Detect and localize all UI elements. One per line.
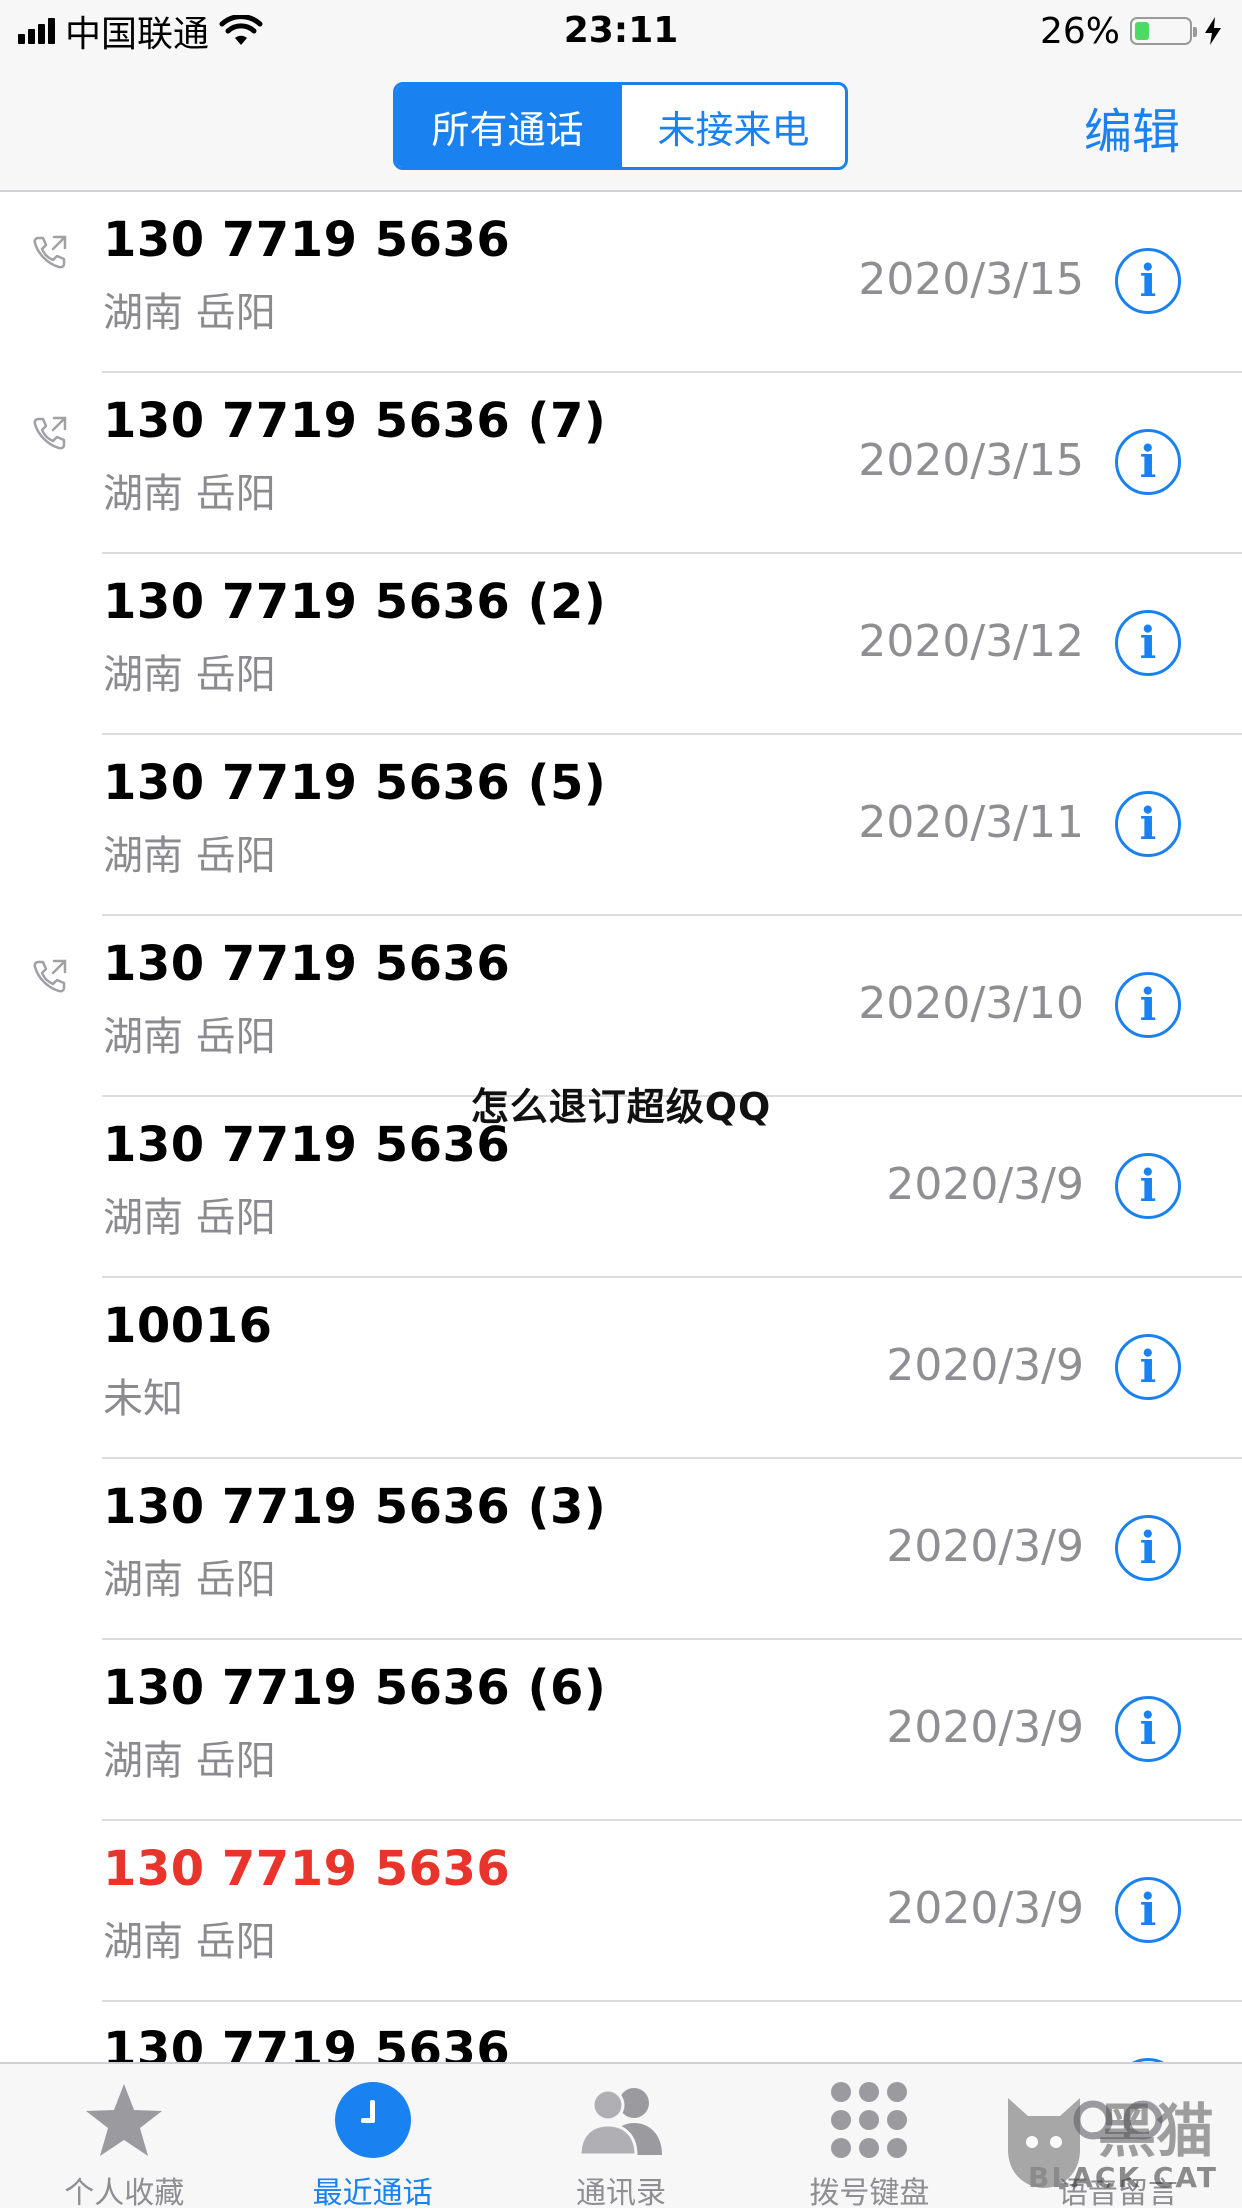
caller-number: 130 7719 5636 [103,1841,511,1897]
caller-number: 130 7719 5636 (3) [103,1479,607,1535]
caller-number: 130 7719 5636 [103,212,511,268]
call-date: 2020/3/12 [858,616,1084,667]
segment-all-calls[interactable]: 所有通话 [396,85,619,167]
caller-location: 湖南 岳阳 [103,1195,276,1241]
call-row[interactable]: 10016 未知 2020/3/9 i [0,1278,1242,1459]
tab-label: 拨号键盘 [809,2176,930,2211]
tab-contacts[interactable]: 通讯录 [497,2064,745,2211]
call-row[interactable]: 130 7719 5636 湖南 岳阳 2020/3/15 i [0,192,1242,373]
info-button[interactable]: i [1115,429,1181,495]
call-date: 2020/3/9 [886,1521,1084,1572]
call-date: 2020/3/9 [886,1159,1084,1210]
caller-location: 湖南 岳阳 [103,652,276,698]
keypad-icon [824,2078,914,2162]
tab-label: 个人收藏 [64,2176,185,2211]
call-date: 2020/3/9 [886,1340,1084,1391]
call-row[interactable]: 130 7719 5636 湖南 岳阳 2020/3/10 i [0,916,1242,1097]
battery-tip [1193,27,1197,37]
tab-keypad[interactable]: 拨号键盘 [745,2064,993,2211]
caller-number: 130 7719 5636 (7) [103,393,607,449]
caller-location: 湖南 岳阳 [103,1738,276,1784]
contacts-icon [576,2078,666,2162]
star-icon [79,2078,169,2162]
tab-label: 最近通话 [312,2176,433,2211]
call-row[interactable]: 130 7719 5636 (2) 湖南 岳阳 2020/3/12 i [0,554,1242,735]
info-button[interactable]: i [1115,1334,1181,1400]
call-date: 2020/3/9 [886,1883,1084,1934]
call-filter-segmented-control: 所有通话 未接来电 [393,82,848,170]
info-button[interactable]: i [1115,1153,1181,1219]
call-row[interactable]: 130 7719 5636 (3) 湖南 岳阳 2020/3/9 i [0,1459,1242,1640]
info-button[interactable]: i [1115,1696,1181,1762]
tab-label: 通讯录 [576,2176,667,2211]
watermark-sub: BLACK CAT [1028,2161,1218,2194]
info-button[interactable]: i [1115,248,1181,314]
segment-missed-calls[interactable]: 未接来电 [619,85,845,167]
outgoing-call-icon [33,235,67,269]
battery-icon [1130,17,1197,45]
tab-favorites[interactable]: 个人收藏 [0,2064,248,2211]
watermark-name: 黑猫 [1097,2097,1214,2165]
info-button[interactable]: i [1115,1877,1181,1943]
charging-bolt-icon [1205,17,1221,45]
call-date: 2020/3/10 [858,978,1084,1029]
call-date: 2020/3/15 [858,435,1084,486]
caller-location: 湖南 岳阳 [103,1557,276,1603]
battery-level [1135,22,1149,40]
status-bar: 中国联通 23:11 26% [0,0,1242,62]
status-right: 26% [1040,8,1224,54]
caller-location: 湖南 岳阳 [103,833,276,879]
battery-percent: 26% [1039,10,1120,52]
caller-location: 未知 [103,1376,183,1422]
caller-location: 湖南 岳阳 [103,1919,276,1965]
info-button[interactable]: i [1115,791,1181,857]
call-row[interactable]: 130 7719 5636 (6) 湖南 岳阳 2020/3/9 i [0,1640,1242,1821]
call-date: 2020/3/11 [858,797,1084,848]
tab-recents[interactable]: 最近通话 [248,2064,496,2211]
info-button[interactable]: i [1115,610,1181,676]
call-row[interactable]: 130 7719 5636i [0,2002,1242,2062]
outgoing-call-icon [33,416,67,450]
caller-number: 130 7719 5636 [103,2022,511,2062]
call-row[interactable]: 130 7719 5636 (7) 湖南 岳阳 2020/3/15 i [0,373,1242,554]
info-button[interactable]: i [1115,972,1181,1038]
edit-button[interactable]: 编辑 [1084,92,1180,162]
clock-icon [328,2078,418,2162]
caller-number: 130 7719 5636 [103,936,511,992]
call-date: 2020/3/15 [858,254,1084,305]
call-row[interactable]: 130 7719 5636 湖南 岳阳 2020/3/9 i [0,1821,1242,2002]
caller-number: 130 7719 5636 (5) [103,755,607,811]
call-date: 2020/3/9 [886,1702,1084,1753]
black-cat-watermark: 黑猫 BLACK CAT [992,2080,1232,2200]
info-button[interactable]: i [1115,1515,1181,1581]
caller-location: 湖南 岳阳 [103,471,276,517]
caller-number: 10016 [103,1298,273,1354]
caller-location: 湖南 岳阳 [103,290,276,336]
caller-location: 湖南 岳阳 [103,1014,276,1060]
call-row[interactable]: 130 7719 5636 (5) 湖南 岳阳 2020/3/11 i [0,735,1242,916]
caller-number: 130 7719 5636 (2) [103,574,607,630]
caller-number: 130 7719 5636 (6) [103,1660,607,1716]
outgoing-call-icon [33,959,67,993]
nav-bar: 所有通话 未接来电 编辑 [0,62,1242,192]
overlay-title: 怎么退订超级QQ [470,1085,772,1129]
